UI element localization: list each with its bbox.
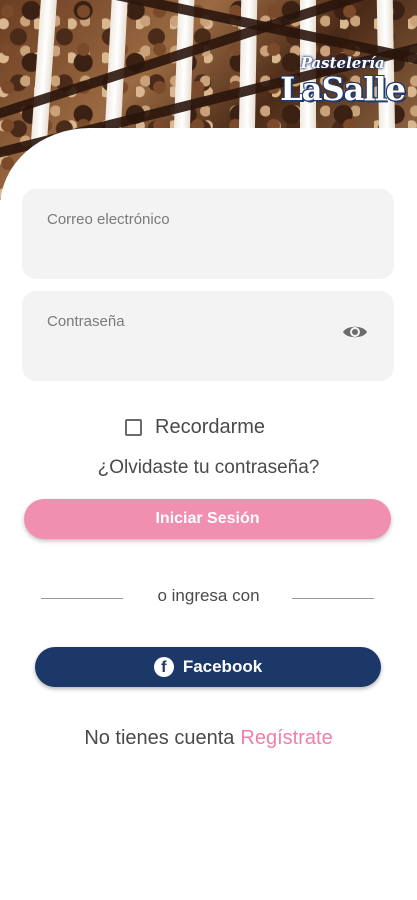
login-button-label: Iniciar Sesión <box>155 510 260 527</box>
eye-icon[interactable] <box>342 323 368 341</box>
facebook-button-label: Facebook <box>182 657 263 676</box>
facebook-button[interactable]: f Facebook <box>35 647 381 687</box>
remember-me[interactable]: Recordarme <box>125 414 265 440</box>
divider-text: o ingresa con <box>157 586 260 605</box>
signup-row: No tienes cuenta Regístrate <box>0 727 417 750</box>
brand-logo: Pastelería LaSalle <box>280 54 406 108</box>
brand-logo-line2: LaSalle <box>280 70 406 108</box>
email-field[interactable]: Correo electrónico <box>22 189 394 279</box>
signup-link[interactable]: Regístrate <box>240 727 332 749</box>
password-field-label: Contraseña <box>47 313 125 330</box>
checkbox-icon[interactable] <box>125 418 142 436</box>
password-field[interactable]: Contraseña <box>22 291 394 381</box>
brand-logo-line1: Pastelería <box>300 54 385 72</box>
facebook-icon: f <box>153 657 174 677</box>
signup-prompt: No tienes cuenta <box>84 727 235 749</box>
divider-line-right <box>292 598 374 599</box>
remember-me-label: Recordarme <box>155 415 266 438</box>
email-field-label: Correo electrónico <box>47 211 170 228</box>
hero-stripe <box>30 0 58 151</box>
login-button[interactable]: Iniciar Sesión <box>24 499 391 539</box>
forgot-password-link[interactable]: ¿Olvidaste tu contraseña? <box>0 457 417 479</box>
